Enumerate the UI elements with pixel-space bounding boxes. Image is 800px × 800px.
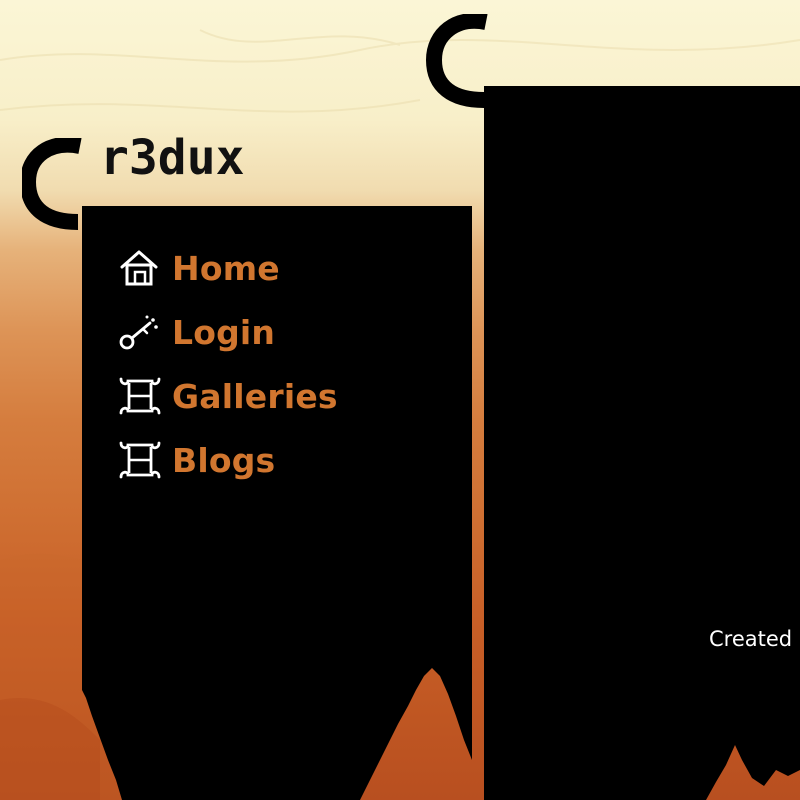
site-logo[interactable]: r3dux: [100, 130, 290, 192]
right-banner-hook-icon: [426, 14, 488, 108]
main-navigation: Home Login Galleries Blogs: [116, 236, 338, 492]
nav-label-home: Home: [172, 248, 280, 288]
nav-item-login[interactable]: Login: [116, 300, 338, 364]
nav-item-blogs[interactable]: Blogs: [116, 428, 338, 492]
key-icon: [116, 309, 162, 355]
scroll-icon: [116, 373, 162, 419]
site-logo-text: r3dux: [100, 130, 245, 186]
nav-item-home[interactable]: Home: [116, 236, 338, 300]
nav-item-galleries[interactable]: Galleries: [116, 364, 338, 428]
nav-label-galleries: Galleries: [172, 376, 338, 416]
footer-credit-text: Created: [709, 627, 793, 651]
page-background: r3dux Home Login Galleries Blogs Created: [0, 0, 800, 800]
scroll-icon: [116, 437, 162, 483]
nav-label-blogs: Blogs: [172, 440, 276, 480]
left-banner-hook-icon: [22, 138, 82, 230]
house-icon: [116, 245, 162, 291]
nav-label-login: Login: [172, 312, 276, 352]
